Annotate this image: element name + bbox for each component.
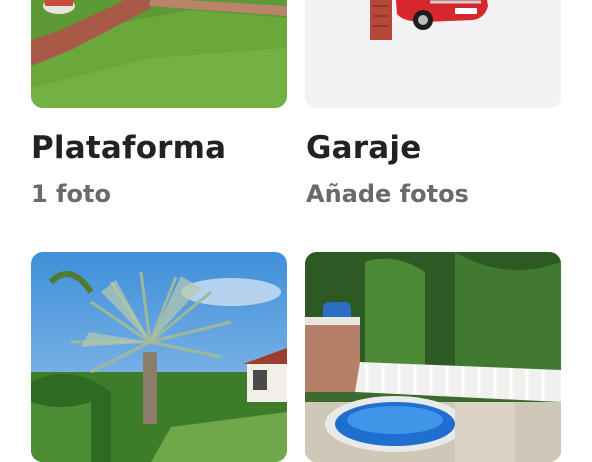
room-card-garden-photo[interactable] xyxy=(31,252,287,462)
room-title-plataforma: Plataforma xyxy=(31,130,227,166)
pool-photo xyxy=(305,252,561,462)
room-add-photos-link-garaje[interactable]: Añade fotos xyxy=(306,180,469,208)
garden-path-photo xyxy=(31,0,287,108)
room-photo-count-plataforma: 1 foto xyxy=(31,180,111,208)
room-card-garaje-placeholder[interactable] xyxy=(305,0,561,108)
palm-garden-photo xyxy=(31,252,287,462)
room-title-garaje: Garaje xyxy=(306,130,422,166)
room-card-plataforma-photo[interactable] xyxy=(31,0,287,108)
room-card-pool-photo[interactable] xyxy=(305,252,561,462)
garage-car-illustration xyxy=(305,0,561,108)
